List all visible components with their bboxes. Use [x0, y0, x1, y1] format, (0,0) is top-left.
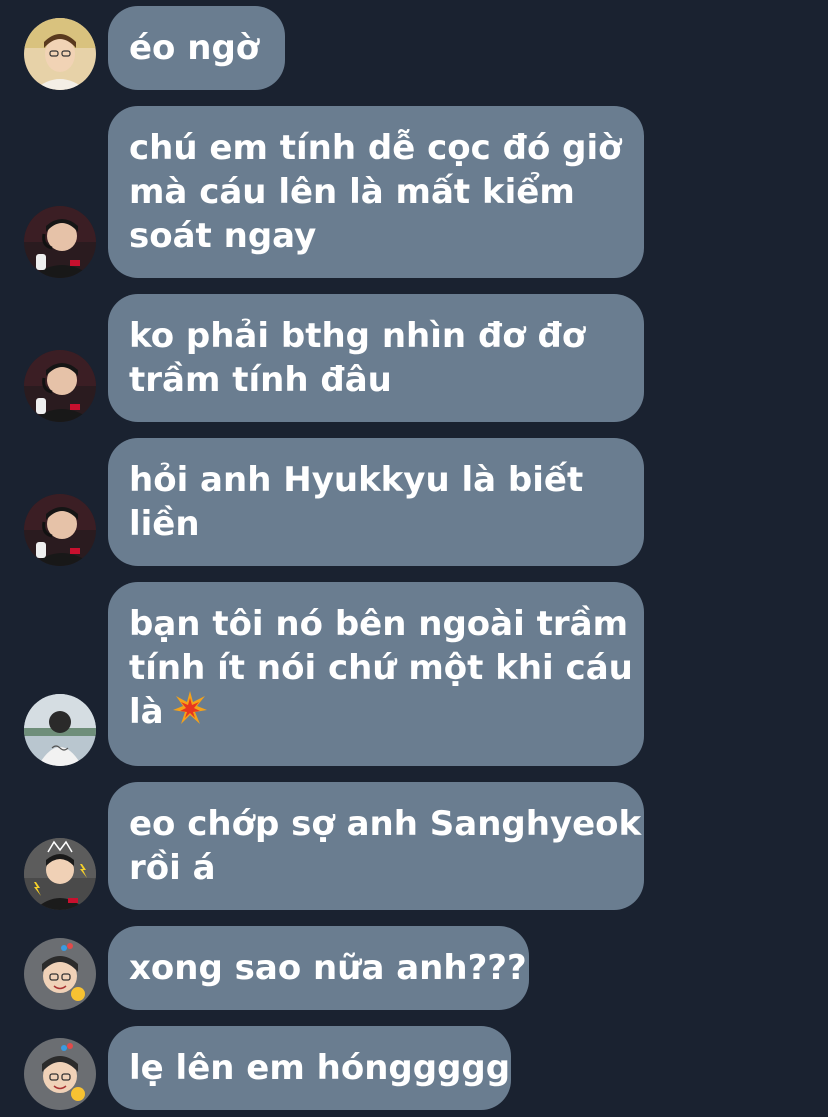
message-text: ko phải bthg nhìn đơ đơ [129, 316, 586, 356]
message-text: soát ngay [129, 216, 317, 256]
user-avatar-2[interactable] [24, 494, 96, 566]
message-text: chú em tính dễ cọc đó giờ [129, 128, 622, 168]
message-text: trầm tính đâu [129, 360, 392, 400]
message-text: éo ngờ [129, 28, 260, 68]
message-bubble[interactable]: bạn tôi nó bên ngoài trầm tính ít nói ch… [108, 582, 644, 766]
message-bubble[interactable]: xong sao nữa anh??? [108, 926, 529, 1010]
chat-thread: éo ngờ chú em tính dễ cọc đó giờ mà cáu … [0, 0, 828, 1117]
message-bubble[interactable]: hỏi anh Hyukkyu là biết liền [108, 438, 644, 566]
message-bubble[interactable]: lẹ lên em hónggggg [108, 1026, 511, 1110]
user-avatar-5[interactable] [24, 938, 96, 1010]
message-text-fragment: là [129, 692, 164, 732]
message-bubble[interactable]: chú em tính dễ cọc đó giờ mà cáu lên là … [108, 106, 644, 278]
message-text: mà cáu lên là mất kiểm [129, 172, 575, 212]
message-text: là [129, 690, 622, 737]
user-avatar-4[interactable] [24, 838, 96, 910]
message-text: hỏi anh Hyukkyu là biết [129, 460, 584, 500]
user-avatar-5[interactable] [24, 1038, 96, 1110]
message-bubble[interactable]: ko phải bthg nhìn đơ đơ trầm tính đâu [108, 294, 644, 422]
message-text: eo chớp sợ anh Sanghyeok [129, 804, 642, 844]
message-text: tính ít nói chứ một khi cáu [129, 648, 633, 688]
message-text: rồi á [129, 848, 216, 888]
message-text: bạn tôi nó bên ngoài trầm [129, 604, 628, 644]
user-avatar-3[interactable] [24, 694, 96, 766]
user-avatar-1[interactable] [24, 18, 96, 90]
user-avatar-2[interactable] [24, 206, 96, 278]
message-bubble[interactable]: éo ngờ [108, 6, 285, 90]
message-bubble[interactable]: eo chớp sợ anh Sanghyeok rồi á [108, 782, 644, 910]
message-text: liền [129, 504, 200, 544]
user-avatar-2[interactable] [24, 350, 96, 422]
message-text: lẹ lên em hónggggg [129, 1048, 511, 1088]
message-text: xong sao nữa anh??? [129, 948, 527, 988]
collision-emoji-icon [172, 690, 208, 737]
